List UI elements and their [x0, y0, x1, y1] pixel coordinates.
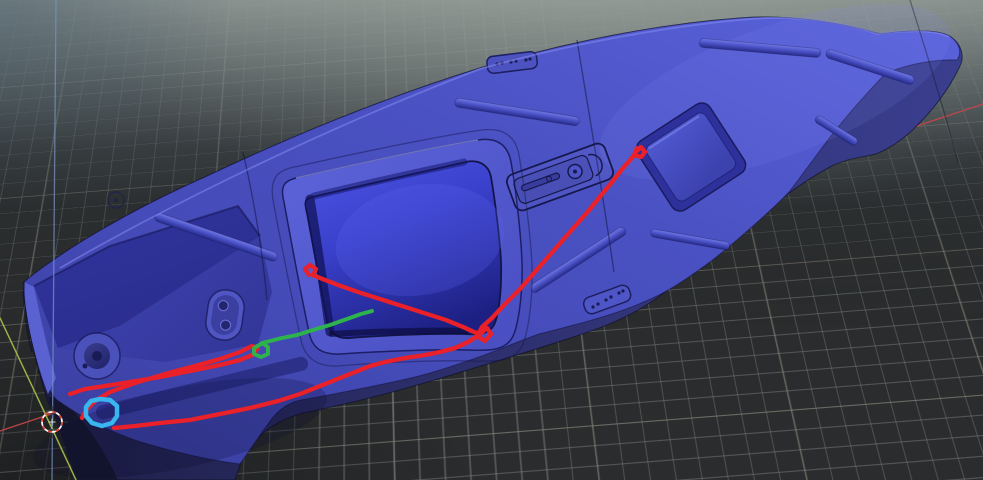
- annotation-layer: [0, 0, 983, 480]
- 3d-cursor: [36, 406, 68, 438]
- stray-edge-line: [910, 0, 958, 162]
- viewport-3d[interactable]: [0, 0, 983, 480]
- green-stroke: [254, 311, 372, 357]
- red-hairpin-stroke: [70, 346, 258, 418]
- cyan-circle-stroke: [86, 399, 117, 426]
- red-long-stroke: [114, 147, 645, 428]
- y-axis-line: [0, 318, 76, 480]
